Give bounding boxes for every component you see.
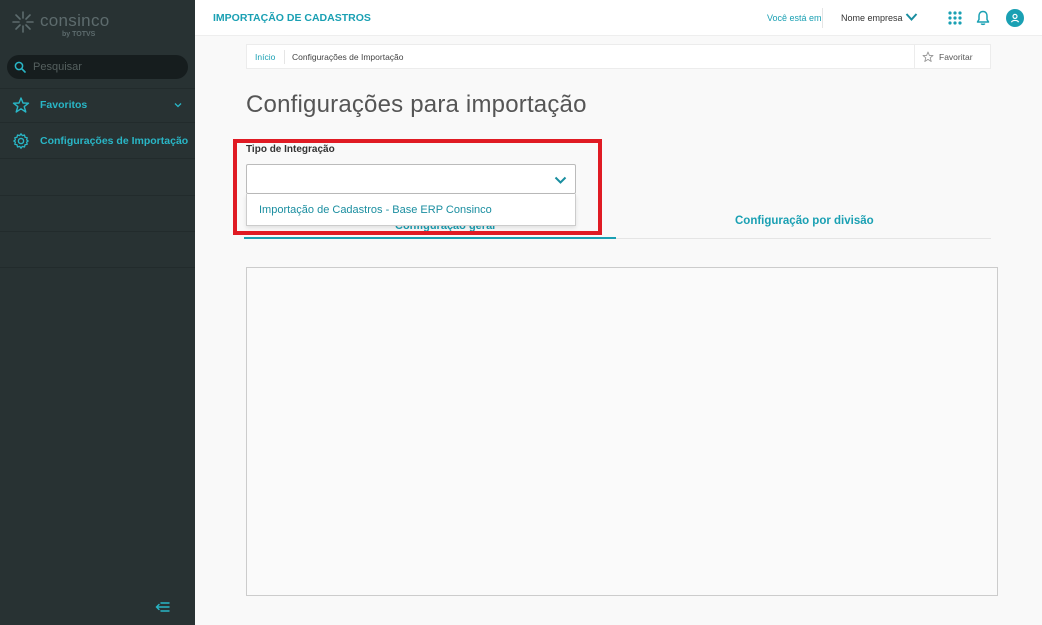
consinco-logo-icon [12,11,34,33]
sidebar-divider [0,195,195,196]
favorite-button[interactable]: Favoritar [939,52,973,62]
sidebar-item-configuracoes[interactable]: Configurações de Importação [0,123,195,159]
active-tab-indicator [244,237,616,239]
highlight-box [233,139,602,235]
breadcrumb-separator [284,50,285,64]
search-icon [14,61,26,73]
sidebar-item-label: Favoritos [40,98,88,111]
consinco-logo: consinco by TOTVS [12,9,172,39]
star-icon[interactable] [922,51,934,63]
sidebar-divider [0,231,195,232]
sidebar-item-label: Configurações de Importação [40,134,189,147]
chevron-down-icon[interactable] [905,12,918,22]
avatar[interactable] [1006,9,1024,27]
breadcrumb: Início Configurações de Importação Favor… [246,44,991,69]
header-separator [822,8,823,28]
sidebar-search[interactable] [7,55,188,79]
breadcrumb-current: Configurações de Importação [292,52,404,62]
brand-name: consinco [40,11,110,30]
apps-grid-icon[interactable] [948,11,962,25]
brand-sub: by TOTVS [62,31,96,38]
collapse-menu-icon[interactable] [154,601,170,613]
content-panel [246,267,998,596]
top-header: IMPORTAÇÃO DE CADASTROS Você está em Nom… [195,0,1042,36]
you-are-in-label: Você está em [767,13,822,23]
user-icon [1010,13,1020,23]
search-input[interactable] [33,61,173,73]
gear-icon [12,132,30,150]
star-icon [12,96,30,114]
bell-icon[interactable] [976,10,990,26]
company-selector[interactable]: Nome empresa [841,13,903,23]
app-title: IMPORTAÇÃO DE CADASTROS [213,12,371,24]
chevron-down-icon [174,103,182,108]
sidebar: consinco by TOTVS Favoritos Configuraçõe… [0,0,195,625]
sidebar-divider [0,267,195,268]
tab-division[interactable]: Configuração por divisão [735,215,874,227]
breadcrumb-separator [914,45,915,68]
sidebar-item-favoritos[interactable]: Favoritos [0,87,195,123]
page-title: Configurações para importação [246,91,587,118]
breadcrumb-home-link[interactable]: Início [255,52,275,62]
